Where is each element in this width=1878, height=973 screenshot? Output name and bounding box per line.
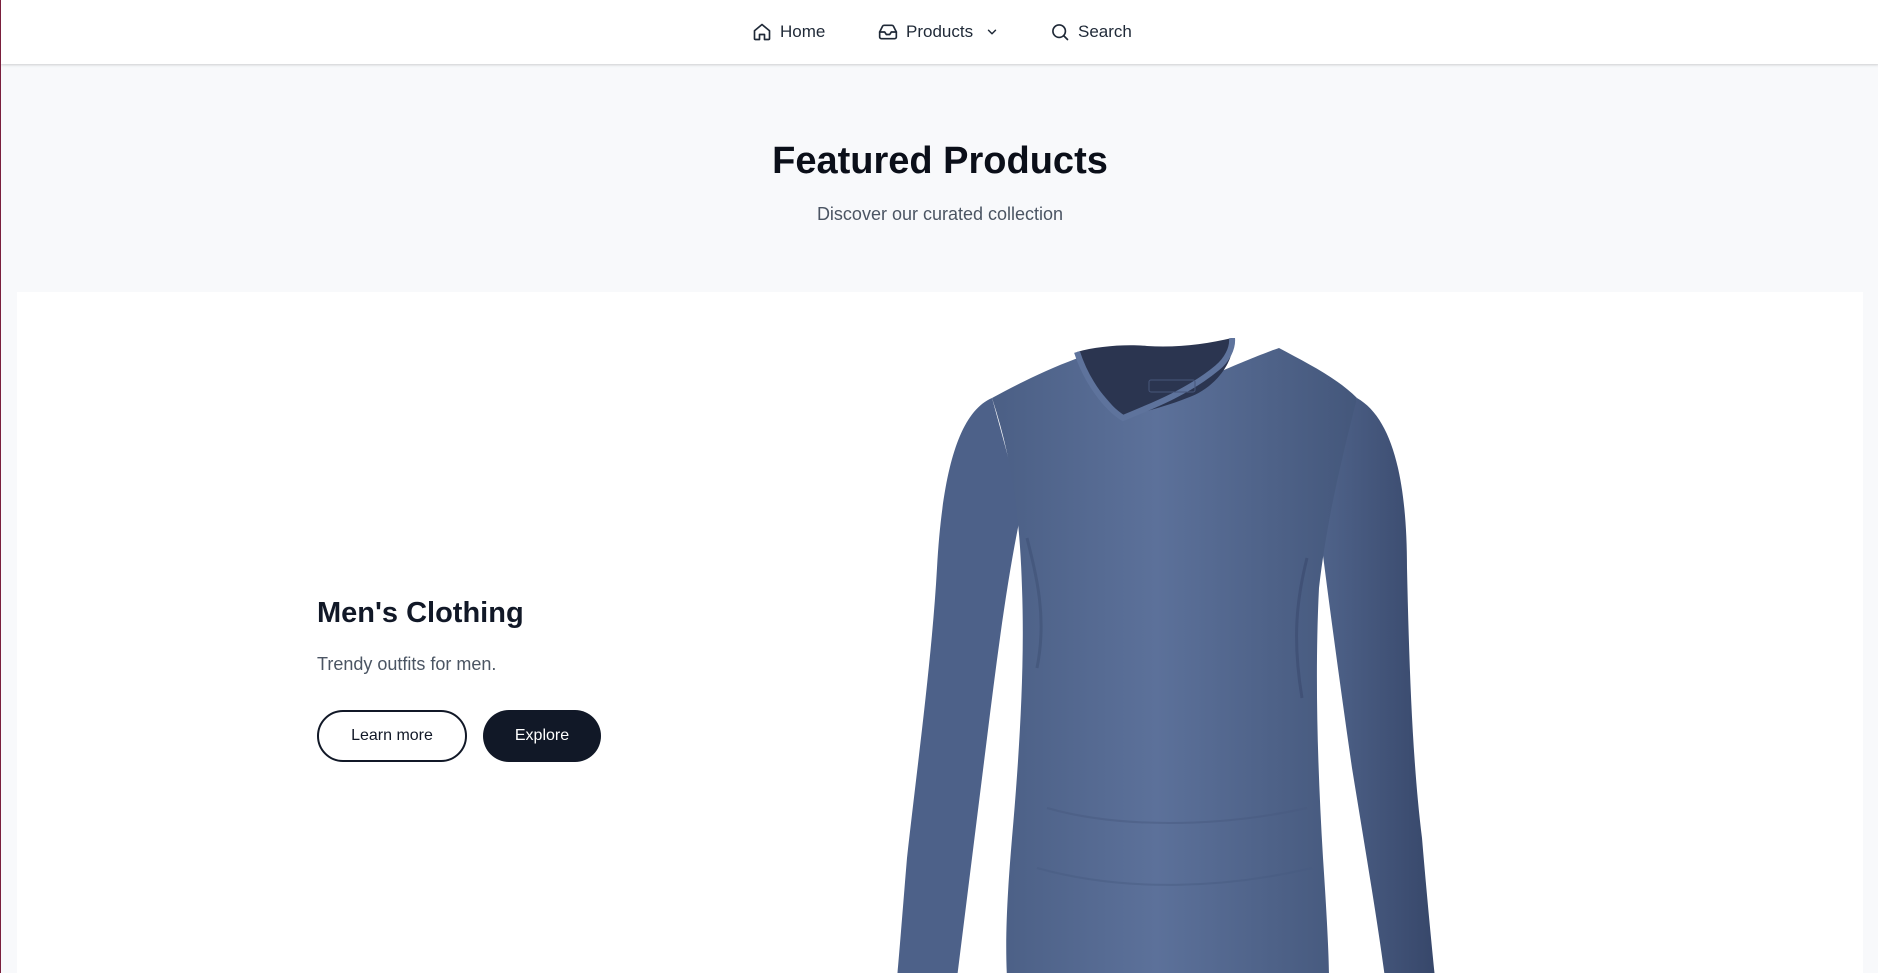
product-image [887, 337, 1447, 973]
featured-header: Featured Products Discover our curated c… [1, 64, 1878, 292]
home-icon [753, 23, 771, 41]
chevron-down-icon [987, 29, 997, 35]
feature-title: Men's Clothing [317, 597, 524, 629]
page-title: Featured Products [772, 140, 1108, 182]
search-icon [1052, 24, 1069, 41]
featured-product-card: Men's Clothing Trendy outfits for men. L… [17, 292, 1863, 973]
top-navbar: Home Products Search [1, 0, 1878, 64]
learn-more-button[interactable]: Learn more [317, 710, 467, 762]
side-gutter-right [1862, 292, 1878, 973]
shirt-torso [992, 346, 1357, 973]
nav-search-link[interactable]: Search [1050, 20, 1132, 44]
nav-products-dropdown[interactable]: Products [878, 20, 999, 44]
side-gutter-left [1, 292, 17, 973]
feature-description: Trendy outfits for men. [317, 654, 497, 674]
inbox-icon [878, 24, 898, 40]
page-subtitle: Discover our curated collection [816, 204, 1064, 224]
nav-products-label: Products [906, 22, 974, 41]
shirt-illustration [897, 337, 1435, 973]
nav-search-label: Search [1078, 22, 1132, 41]
nav-home-link[interactable]: Home [752, 20, 825, 44]
page: Home Products Search Featured Products D… [0, 0, 1878, 973]
explore-button[interactable]: Explore [483, 710, 601, 762]
shirt-left-sleeve [897, 398, 1022, 973]
nav-home-label: Home [780, 22, 826, 41]
